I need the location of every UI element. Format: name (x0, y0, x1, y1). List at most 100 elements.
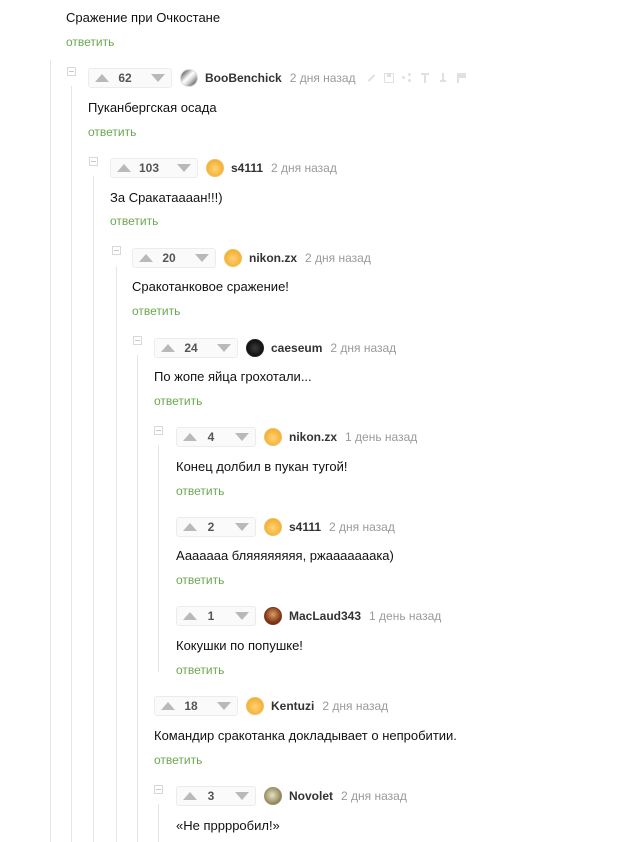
vote-box: 1 (176, 606, 256, 626)
timestamp: 2 дня назад (271, 161, 337, 175)
rating-count: 1 (207, 609, 215, 623)
reply-link[interactable]: ответить (88, 125, 136, 139)
timestamp: 1 день назад (345, 430, 418, 444)
comment-text: «Не прррробил!» (176, 818, 280, 833)
comment-text: Конец долбил в пукан тугой! (176, 459, 348, 474)
timestamp: 1 день назад (369, 609, 442, 623)
thread-line (93, 176, 94, 842)
timestamp: 2 дня назад (329, 520, 395, 534)
avatar[interactable] (264, 428, 282, 446)
downvote-icon[interactable] (235, 612, 249, 620)
avatar[interactable] (264, 787, 282, 805)
reply-link[interactable]: ответить (110, 214, 158, 228)
collapse-icon[interactable] (154, 426, 163, 435)
vote-box: 24 (154, 338, 238, 358)
downvote-icon[interactable] (195, 254, 209, 262)
username[interactable]: nikon.zx (249, 251, 297, 265)
reply-link[interactable]: ответить (154, 753, 202, 767)
upvote-icon[interactable] (95, 74, 109, 82)
reply-link[interactable]: ответить (154, 394, 202, 408)
collapse-icon[interactable] (112, 246, 121, 255)
vote-box: 103 (110, 158, 198, 178)
timestamp: 2 дня назад (305, 251, 371, 265)
reply-link[interactable]: ответить (176, 573, 224, 587)
share-icon[interactable] (401, 73, 412, 83)
flag-icon[interactable] (456, 73, 466, 83)
vote-box: 62 (88, 68, 172, 88)
downvote-icon[interactable] (177, 164, 191, 172)
comment-header: 3 Novolet 2 дня назад (176, 785, 407, 807)
avatar[interactable] (206, 159, 224, 177)
downvote-icon[interactable] (235, 523, 249, 531)
upvote-icon[interactable] (183, 433, 197, 441)
thread-line (137, 355, 138, 842)
rating-count: 2 (207, 520, 215, 534)
username[interactable]: caeseum (271, 341, 322, 355)
rating-count: 24 (184, 341, 198, 355)
username[interactable]: s4111 (289, 520, 321, 534)
rating-count: 62 (118, 71, 132, 85)
comment-header: 1 MacLaud343 1 день назад (176, 605, 441, 627)
comment-header: 18 Kentuzi 2 дня назад (154, 695, 388, 717)
comment-header: 24 caeseum 2 дня назад (154, 337, 396, 359)
timestamp: 2 дня назад (289, 71, 356, 85)
upvote-icon[interactable] (117, 164, 131, 172)
collapse-icon[interactable] (133, 336, 142, 345)
upvote-icon[interactable] (183, 523, 197, 531)
thread-line (158, 804, 159, 842)
timestamp: 2 дня назад (330, 341, 397, 355)
upvote-icon[interactable] (183, 612, 197, 620)
collapse-icon[interactable] (67, 67, 76, 76)
username[interactable]: Novolet (289, 789, 333, 803)
downvote-icon[interactable] (235, 792, 249, 800)
avatar[interactable] (246, 697, 264, 715)
reply-link[interactable]: ответить (66, 35, 114, 49)
username[interactable]: MacLaud343 (289, 609, 361, 623)
vote-box: 18 (154, 696, 238, 716)
avatar[interactable] (246, 339, 264, 357)
avatar[interactable] (264, 518, 282, 536)
comment-header: 62 BooBenchick 2 дня назад (88, 67, 466, 89)
upvote-icon[interactable] (183, 792, 197, 800)
vote-box: 4 (176, 427, 256, 447)
username[interactable]: Kentuzi (271, 699, 314, 713)
downvote-icon[interactable] (217, 702, 231, 710)
username[interactable]: s4111 (231, 161, 263, 175)
upvote-icon[interactable] (161, 702, 175, 710)
comment-text: Командир сракотанка докладывает о непроб… (154, 728, 457, 743)
edit-icon[interactable] (366, 73, 376, 83)
downvote-icon[interactable] (235, 433, 249, 441)
comment-text: Ааааааа бляяяяяяяя, ржааааааака) (176, 548, 394, 563)
comment-text: По жопе яйца грохотали... (154, 369, 312, 384)
avatar[interactable] (224, 249, 242, 267)
rating-count: 20 (162, 251, 176, 265)
vote-box: 20 (132, 248, 216, 268)
downvote-icon[interactable] (217, 344, 231, 352)
reply-link[interactable]: ответить (132, 304, 180, 318)
avatar[interactable] (264, 607, 282, 625)
vote-box: 2 (176, 517, 256, 537)
upvote-icon[interactable] (139, 254, 153, 262)
upvote-icon[interactable] (161, 344, 175, 352)
arrow-up-icon[interactable] (420, 73, 430, 83)
collapse-icon[interactable] (154, 785, 163, 794)
avatar[interactable] (180, 69, 198, 87)
vote-box: 3 (176, 786, 256, 806)
timestamp: 2 дня назад (341, 789, 407, 803)
thread-line (116, 266, 117, 842)
collapse-icon[interactable] (89, 157, 98, 166)
rating-count: 103 (138, 161, 160, 175)
comment-text: За Сракатаааан!!!) (110, 190, 223, 205)
arrow-down-icon[interactable] (438, 73, 448, 83)
downvote-icon[interactable] (151, 74, 165, 82)
rating-count: 3 (207, 789, 215, 803)
save-icon[interactable] (383, 73, 394, 83)
reply-link[interactable]: ответить (176, 484, 224, 498)
thread-line (158, 445, 159, 672)
parent-comment-text: Сражение при Очкостане (66, 10, 221, 25)
comment-text: Сракотанковое сражение! (132, 279, 289, 294)
reply-link[interactable]: ответить (176, 663, 224, 677)
thread-line (71, 86, 72, 842)
username[interactable]: nikon.zx (289, 430, 337, 444)
username[interactable]: BooBenchick (205, 71, 282, 85)
